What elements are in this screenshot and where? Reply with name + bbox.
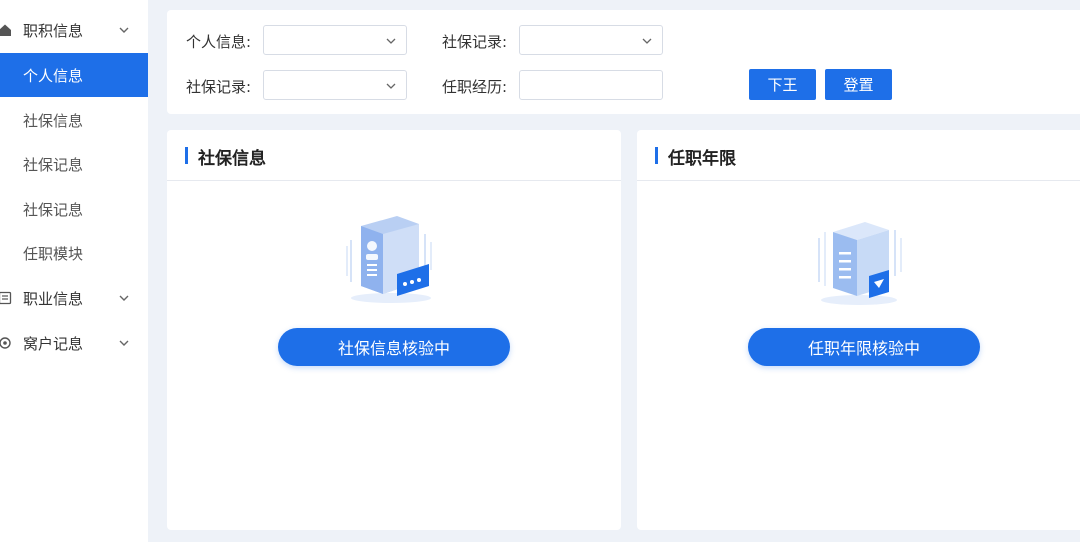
query-button[interactable]: 下王 <box>749 69 816 100</box>
sidebar-group-label: 窝户记息 <box>23 334 84 353</box>
social-record-label-2: 社保记录: <box>186 78 252 96</box>
chevron-down-icon <box>119 340 129 346</box>
sidebar-item-label: 任职模块 <box>23 244 84 263</box>
sidebar: 职积信息 个人信息 社保信息 社保记息 社保记息 任职模块 职业信息 窝户记息 <box>0 0 148 542</box>
gear-icon <box>0 337 11 349</box>
sidebar-group-account-records[interactable]: 窝户记息 <box>0 321 148 365</box>
filter-panel: 个人信息: 社保记录: 社保记录: 任职经历: 下王 登置 <box>167 10 1080 114</box>
social-info-verifying-button[interactable]: 社保信息核验中 <box>278 328 510 366</box>
sidebar-item-social-record-2[interactable]: 社保记息 <box>0 187 148 231</box>
personal-info-select[interactable] <box>263 25 407 55</box>
employment-years-card: 任职年限 任职年限核验中 <box>637 130 1080 530</box>
chevron-down-icon <box>386 38 396 44</box>
sidebar-group-title-info[interactable]: 职积信息 <box>0 8 148 52</box>
list-icon <box>0 291 12 305</box>
personal-info-label: 个人信息: <box>186 33 252 51</box>
sidebar-item-job-module[interactable]: 任职模块 <box>0 231 148 275</box>
card-title: 任职年限 <box>668 149 736 169</box>
job-history-label: 任职经历: <box>442 78 508 96</box>
social-record-select[interactable] <box>519 25 663 55</box>
social-info-card: 社保信息 社保信息核验中 <box>167 130 621 530</box>
chevron-down-icon <box>119 27 129 33</box>
sidebar-item-social-record-1[interactable]: 社保记息 <box>0 142 148 186</box>
sidebar-item-label: 个人信息 <box>23 66 84 85</box>
card-header: 社保信息 <box>167 130 621 181</box>
chevron-down-icon <box>386 83 396 89</box>
sidebar-group-label: 职积信息 <box>23 21 84 40</box>
card-header: 任职年限 <box>637 130 1080 181</box>
title-accent-bar <box>655 147 658 164</box>
title-accent-bar <box>185 147 188 164</box>
employment-years-verifying-button[interactable]: 任职年限核验中 <box>748 328 980 366</box>
sidebar-item-personal-info[interactable]: 个人信息 <box>0 53 148 97</box>
chevron-down-icon <box>119 295 129 301</box>
social-record-select-2[interactable] <box>263 70 407 100</box>
chevron-down-icon <box>642 38 652 44</box>
server-box-illustration-icon <box>818 222 902 305</box>
sidebar-group-career-info[interactable]: 职业信息 <box>0 276 148 320</box>
social-record-label: 社保记录: <box>442 33 508 51</box>
reset-button[interactable]: 登置 <box>825 69 892 100</box>
sidebar-item-social-info[interactable]: 社保信息 <box>0 98 148 142</box>
sidebar-item-label: 社保记息 <box>23 155 84 174</box>
home-icon <box>0 24 11 36</box>
sidebar-item-label: 社保信息 <box>23 111 84 130</box>
sidebar-group-label: 职业信息 <box>23 289 84 308</box>
sidebar-item-label: 社保记息 <box>23 200 84 219</box>
card-title: 社保信息 <box>198 149 266 169</box>
document-illustration-icon <box>346 216 432 303</box>
job-history-input[interactable] <box>519 70 663 100</box>
